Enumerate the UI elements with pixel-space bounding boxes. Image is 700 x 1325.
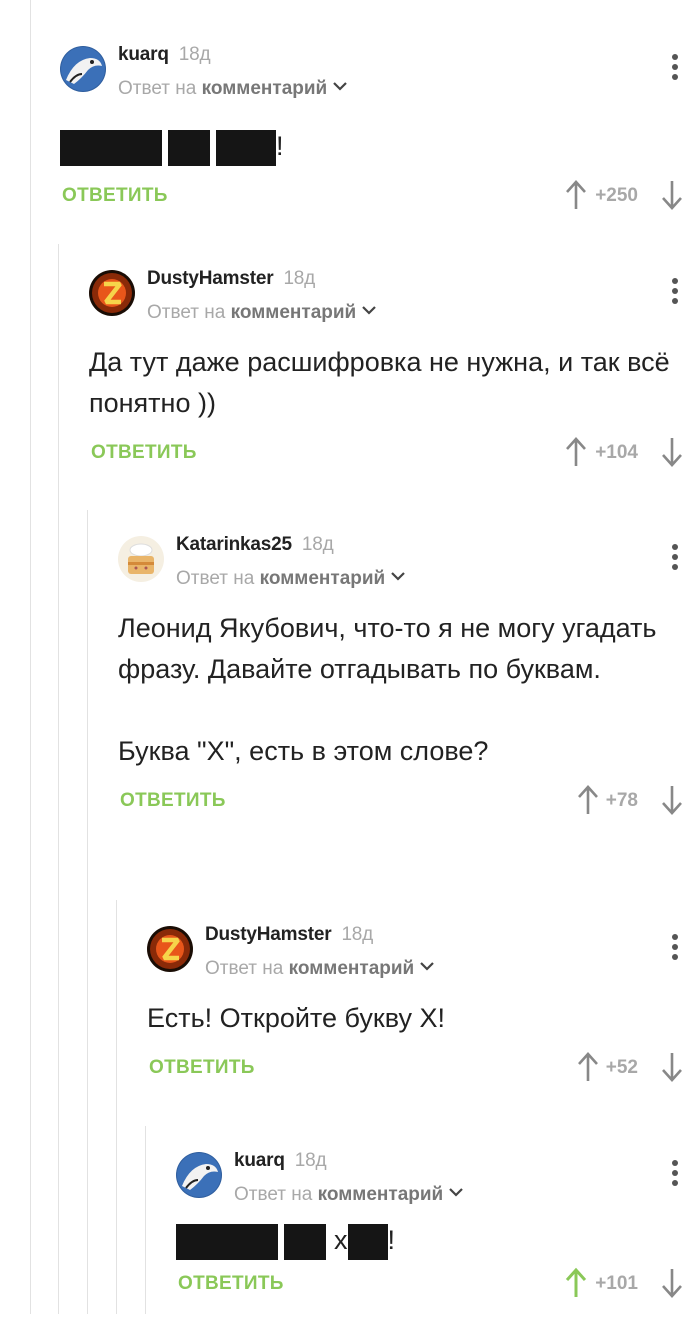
username[interactable]: kuarq 18д bbox=[118, 44, 211, 66]
reply-button[interactable]: ОТВЕТИТЬ bbox=[62, 185, 168, 207]
more-options-icon[interactable] bbox=[672, 1160, 678, 1190]
redaction-block bbox=[216, 129, 276, 166]
timestamp: 18д bbox=[301, 534, 334, 555]
username[interactable]: Katarinkas25 18д bbox=[176, 534, 334, 556]
chevron-down-icon[interactable] bbox=[391, 572, 406, 582]
flaming-z-avatar-icon[interactable] bbox=[147, 926, 193, 972]
reply-to-line[interactable]: Ответ на комментарий bbox=[176, 568, 406, 590]
downvote-arrow-icon[interactable] bbox=[660, 1051, 684, 1083]
flaming-z-avatar-icon[interactable] bbox=[89, 270, 135, 316]
timestamp: 18д bbox=[283, 268, 316, 289]
downvote-arrow-icon[interactable] bbox=[660, 1267, 684, 1299]
comment: Katarinkas25 18д Ответ на комментарий Лео… bbox=[118, 518, 700, 842]
comment-text: Буква "Х", есть в этом слове? bbox=[118, 736, 489, 766]
vote-score: +101 bbox=[595, 1273, 638, 1294]
comment: kuarq 18д Ответ на комментарий ! ОТВЕТИТЬ… bbox=[60, 28, 700, 237]
timestamp: 18д bbox=[341, 924, 374, 945]
downvote-arrow-icon[interactable] bbox=[660, 784, 684, 816]
vote-score: +78 bbox=[605, 790, 638, 811]
username[interactable]: DustyHamster 18д bbox=[205, 924, 373, 946]
username[interactable]: DustyHamster 18д bbox=[147, 268, 315, 290]
redaction-block bbox=[347, 1223, 388, 1260]
more-options-icon[interactable] bbox=[672, 54, 678, 84]
cake-avatar-icon[interactable] bbox=[118, 536, 164, 582]
chevron-down-icon[interactable] bbox=[333, 82, 348, 92]
chevron-down-icon[interactable] bbox=[449, 1188, 464, 1198]
redaction-block bbox=[284, 1223, 326, 1260]
timestamp: 18д bbox=[294, 1150, 327, 1171]
reply-button[interactable]: ОТВЕТИТЬ bbox=[149, 1057, 255, 1079]
more-options-icon[interactable] bbox=[672, 934, 678, 964]
reply-button[interactable]: ОТВЕТИТЬ bbox=[120, 790, 226, 812]
downvote-arrow-icon[interactable] bbox=[660, 179, 684, 211]
reply-to-line[interactable]: Ответ на комментарий bbox=[205, 958, 435, 980]
reply-button[interactable]: ОТВЕТИТЬ bbox=[91, 442, 197, 464]
more-options-icon[interactable] bbox=[672, 544, 678, 574]
hawk-avatar-icon[interactable] bbox=[176, 1152, 222, 1198]
reply-to-line[interactable]: Ответ на комментарий bbox=[234, 1184, 464, 1206]
comment-text: х! bbox=[176, 1220, 700, 1261]
downvote-arrow-icon[interactable] bbox=[660, 436, 684, 468]
vote-score: +52 bbox=[605, 1057, 638, 1078]
comment: DustyHamster 18д Ответ на комментарий Ест… bbox=[147, 908, 700, 1109]
redaction-block bbox=[60, 129, 162, 166]
reply-button[interactable]: ОТВЕТИТЬ bbox=[178, 1273, 284, 1295]
redaction-block bbox=[176, 1223, 278, 1260]
thread-line bbox=[87, 510, 88, 1314]
thread-line bbox=[58, 244, 59, 1314]
hawk-avatar-icon[interactable] bbox=[60, 46, 106, 92]
reply-to-line[interactable]: Ответ на комментарий bbox=[147, 302, 377, 324]
comment: DustyHamster 18д Ответ на комментарий Да … bbox=[89, 252, 700, 494]
thread-line bbox=[116, 900, 117, 1314]
comment-text: Леонид Якубович, что-то я не могу угадат… bbox=[118, 613, 657, 684]
comment-text: ! bbox=[60, 126, 700, 167]
more-options-icon[interactable] bbox=[672, 278, 678, 308]
redaction-block bbox=[168, 129, 210, 166]
vote-score: +104 bbox=[595, 442, 638, 463]
username[interactable]: kuarq 18д bbox=[234, 1150, 327, 1172]
chevron-down-icon[interactable] bbox=[420, 962, 435, 972]
comment-text: Есть! Откройте букву Х! bbox=[147, 1003, 445, 1033]
vote-score: +250 bbox=[595, 185, 638, 206]
comment: kuarq 18д Ответ на комментарий х! ОТВЕТИТ… bbox=[176, 1134, 700, 1325]
reply-to-line[interactable]: Ответ на комментарий bbox=[118, 78, 348, 100]
thread-line bbox=[145, 1126, 146, 1314]
thread-line bbox=[30, 0, 31, 1314]
comment-text: Да тут даже расшифровка не нужна, и так … bbox=[89, 347, 670, 418]
chevron-down-icon[interactable] bbox=[362, 306, 377, 316]
timestamp: 18д bbox=[178, 44, 211, 65]
